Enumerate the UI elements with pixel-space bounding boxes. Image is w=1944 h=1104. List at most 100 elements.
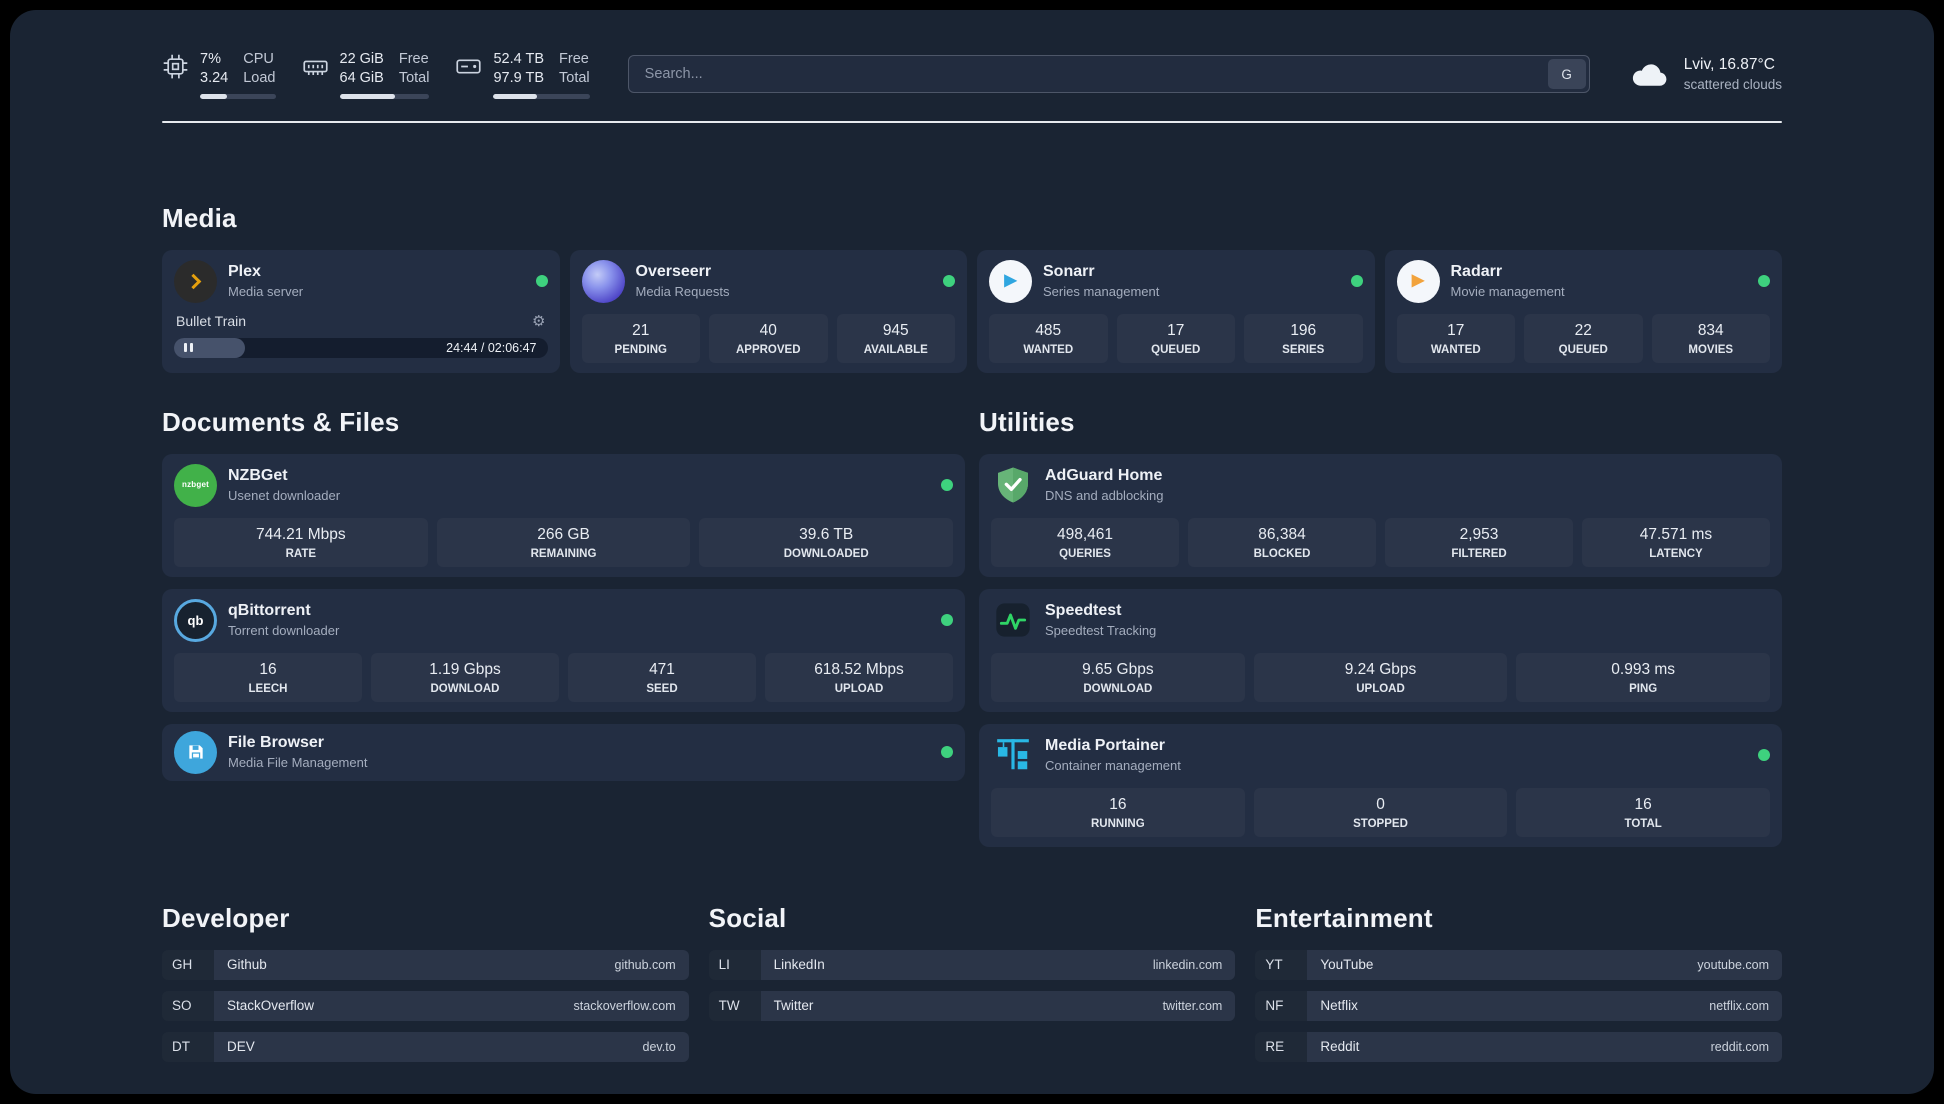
stat-tile: 744.21 Mbps RATE [174,517,428,567]
bookmark-group-entertainment: Entertainment YT YouTube youtube.com NF … [1255,903,1782,1073]
stat-value: 471 [649,660,675,678]
weather-widget: Lviv, 16.87°C scattered clouds [1628,56,1782,92]
stat-tile: 86,384 BLOCKED [1188,517,1376,567]
bookmark-pill: LinkedIn linkedin.com [760,949,1236,980]
plex-card[interactable]: Plex Media server Bullet Train ⚙ 24:44 /… [162,249,560,373]
filebrowser-card[interactable]: File Browser Media File Management [162,723,965,781]
bookmark-domain: stackoverflow.com [573,998,676,1013]
radarr-card[interactable]: ▶ Radarr Movie management 17 WANTED 22 Q… [1384,249,1782,373]
section-title-utilities: Utilities [979,406,1075,437]
cpu-load-label: Load [243,69,276,86]
container-crane-icon [996,739,1029,770]
qbittorrent-logo-text: qb [187,612,204,628]
bookmark-pill: Twitter twitter.com [760,990,1236,1021]
portainer-icon [991,734,1034,777]
bookmark-name: LinkedIn [773,957,825,973]
now-playing-title: Bullet Train [176,312,247,329]
bookmark-abbr: YT [1255,949,1308,980]
bookmark-dev[interactable]: DT DEV dev.to [162,1031,689,1062]
filebrowser-icon [174,730,217,774]
stat-tile: 16 TOTAL [1516,787,1771,837]
dashboard: 7% 3.24 CPU Load 22 GiB 64 GiB Free Tota… [10,10,1934,1094]
adguard-card[interactable]: AdGuard Home DNS and adblocking 498,461 … [979,453,1782,577]
cpu-usage-fill [200,93,228,99]
nzbget-card[interactable]: nzbget NZBGet Usenet downloader 744.21 M… [162,453,965,577]
radarr-icon: ▶ [1396,259,1440,303]
utilities-column: Utilities AdGuard Home DNS and adblockin… [979,407,1782,847]
bookmark-reddit[interactable]: RE Reddit reddit.com [1255,1031,1782,1062]
stat-value: 40 [759,321,777,339]
search-container: G [627,55,1590,94]
stat-tile: 0.993 ms PING [1516,652,1771,702]
media-grid: Plex Media server Bullet Train ⚙ 24:44 /… [162,249,1782,373]
playback-time: 24:44 / 02:06:47 [446,340,537,355]
stat-label: DOWNLOAD [430,682,500,695]
stat-tile: 40 APPROVED [709,313,828,363]
stat-label: TOTAL [1624,817,1662,830]
bookmark-youtube[interactable]: YT YouTube youtube.com [1255,949,1782,980]
stat-label: PENDING [614,343,667,356]
stat-tile: 196 SERIES [1244,313,1363,363]
portainer-card[interactable]: Media Portainer Container management 16 … [979,723,1782,847]
stat-tile: 1.19 Gbps DOWNLOAD [371,652,559,702]
stat-tile: 485 WANTED [989,313,1108,363]
bookmark-name: Twitter [773,998,814,1014]
stat-tile: 17 QUEUED [1116,313,1235,363]
waveform-icon [995,603,1030,637]
search-input[interactable] [627,55,1590,94]
stat-value: 17 [1167,321,1185,339]
bookmark-stackoverflow[interactable]: SO StackOverflow stackoverflow.com [162,990,689,1021]
search-engine-button[interactable]: G [1547,59,1586,90]
bookmark-github[interactable]: GH Github github.com [162,949,689,980]
pause-icon [184,343,187,353]
app-name: Plex [228,263,261,281]
bookmark-linkedin[interactable]: LI LinkedIn linkedin.com [708,949,1236,980]
pause-icon [190,343,193,353]
sonarr-card[interactable]: ▶ Sonarr Series management 485 WANTED 17… [977,249,1375,373]
floppy-icon [188,745,203,759]
bookmark-pill: Github github.com [214,949,689,980]
bookmark-name: Netflix [1320,998,1358,1014]
overseerr-card[interactable]: Overseerr Media Requests 21 PENDING 40 A… [569,249,967,373]
stat-value: 744.21 Mbps [256,525,346,543]
bookmark-abbr: GH [162,949,214,980]
stat-value: 9.65 Gbps [1082,660,1154,678]
bookmark-name: StackOverflow [227,998,315,1014]
stat-tile: 945 AVAILABLE [836,313,955,363]
stat-label: WANTED [1430,343,1481,356]
app-name: AdGuard Home [1045,467,1163,485]
playback-progress-fill [174,337,245,358]
stat-value: 0.993 ms [1611,660,1676,678]
cloud-icon [1632,64,1667,87]
stat-tile: 47.571 ms LATENCY [1582,517,1770,567]
bookmark-netflix[interactable]: NF Netflix netflix.com [1255,990,1782,1021]
stat-label: SEED [646,682,678,695]
section-title-developer: Developer [162,902,290,933]
stat-label: LEECH [248,682,288,695]
stat-value: 485 [1035,321,1062,339]
disk-free-label: Free [559,51,589,67]
gear-icon[interactable]: ⚙ [532,312,545,330]
bookmark-twitter[interactable]: TW Twitter twitter.com [708,990,1236,1021]
app-name: Sonarr [1043,263,1095,281]
status-dot [1758,275,1770,288]
app-subtitle: Torrent downloader [228,623,340,639]
disk-free: 52.4 TB [493,51,545,67]
plex-icon [174,259,217,303]
bookmark-pill: StackOverflow stackoverflow.com [214,990,689,1021]
playback-progress-bar[interactable]: 24:44 / 02:06:47 [174,337,548,358]
bookmark-domain: youtube.com [1697,957,1769,972]
stat-label: RUNNING [1091,817,1145,830]
bookmark-domain: twitter.com [1162,998,1223,1013]
speedtest-card[interactable]: Speedtest Speedtest Tracking 9.65 Gbps D… [979,588,1782,712]
stat-value: 9.24 Gbps [1344,660,1417,678]
app-name: File Browser [228,734,325,752]
disk-usage-bar [493,93,590,99]
sonarr-icon: ▶ [989,259,1032,303]
app-subtitle: Container management [1045,758,1181,774]
disk-total-label: Total [559,69,590,86]
stat-label: AVAILABLE [863,343,928,356]
qbittorrent-card[interactable]: qb qBittorrent Torrent downloader 16 LEE… [162,588,965,712]
memory-free: 22 GiB [339,51,384,67]
memory-icon [302,60,328,75]
